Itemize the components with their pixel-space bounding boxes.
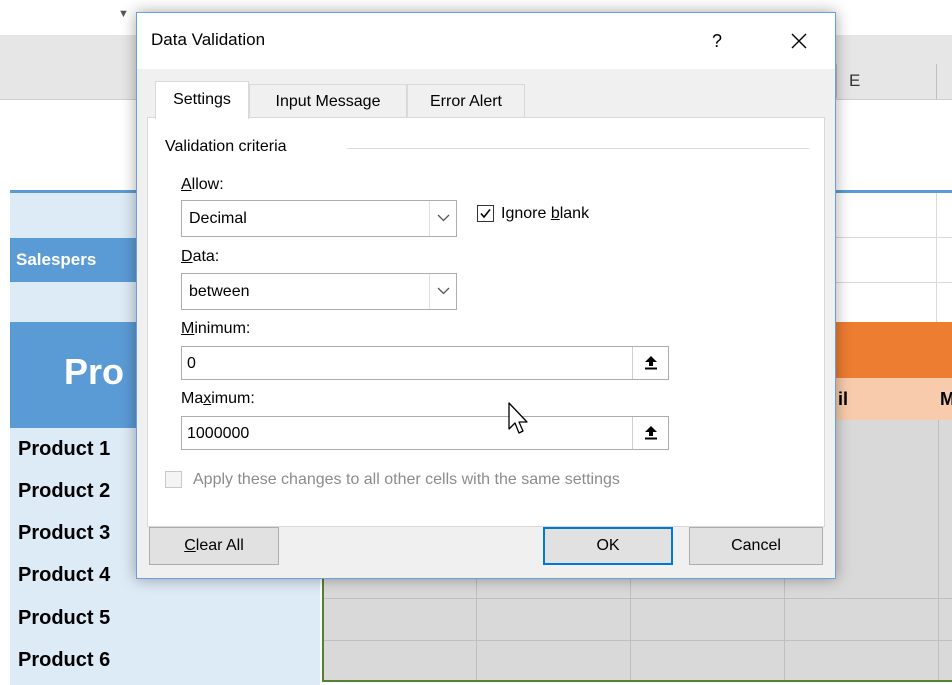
dropdown-marker-icon: ▼ <box>118 8 129 20</box>
minimum-accelerator: M <box>181 320 195 337</box>
clear-all-accelerator: C <box>184 537 196 554</box>
month-header-may: M <box>940 389 952 409</box>
help-button[interactable]: ? <box>699 23 735 59</box>
grid-line <box>938 420 939 680</box>
clear-all-label: lear All <box>195 537 244 554</box>
minimum-input[interactable]: 0 <box>181 346 669 380</box>
ignore-blank-accelerator: b <box>550 205 560 222</box>
range-border <box>322 680 952 682</box>
dialog-titlebar[interactable]: Data Validation ? <box>137 13 835 69</box>
minimum-label-text: inimum: <box>194 320 251 337</box>
checkmark-icon <box>480 209 491 219</box>
minimum-label: Minimum: <box>181 320 250 338</box>
cancel-button[interactable]: Cancel <box>689 527 823 565</box>
minimum-value: 0 <box>187 355 196 372</box>
data-label: Data: <box>181 248 219 266</box>
collapse-dialog-icon <box>645 426 657 440</box>
tab-error-alert[interactable]: Error Alert <box>407 84 525 117</box>
allow-select-value: Decimal <box>189 210 247 227</box>
data-validation-dialog: Data Validation ? Settings Input Message… <box>136 12 836 579</box>
month-header-april: il <box>838 389 849 409</box>
validation-criteria-label: Validation criteria <box>165 138 293 156</box>
allow-label-text: llow: <box>191 176 224 193</box>
orange-header-band <box>836 322 952 378</box>
grid-line <box>324 598 952 599</box>
maximum-label: Maximum: <box>181 390 255 408</box>
ignore-blank-checkbox[interactable] <box>477 205 494 222</box>
apply-all-label: Apply these changes to all other cells w… <box>193 471 620 488</box>
mouse-pointer-icon <box>508 402 528 434</box>
maximum-range-selector-button[interactable] <box>632 417 668 449</box>
chevron-down-icon <box>437 214 450 222</box>
grid-line <box>836 237 952 238</box>
data-accelerator: D <box>181 248 193 265</box>
product-row-label[interactable]: Product 4 <box>18 564 110 587</box>
ignore-blank-label[interactable]: Ignore blank <box>501 205 589 223</box>
ignore-blank-text-a: Ignore <box>501 205 551 222</box>
group-divider <box>347 148 809 149</box>
data-select[interactable]: between <box>181 273 457 310</box>
allow-dropdown-button[interactable] <box>429 201 456 236</box>
maximum-label-text-a: Ma <box>181 390 204 407</box>
data-label-text: ata: <box>192 248 220 265</box>
grid-line <box>936 193 937 322</box>
salesperson-cell[interactable]: Salespers <box>10 238 138 282</box>
collapse-dialog-icon <box>645 356 657 370</box>
maximum-label-text-b: imum: <box>211 390 255 407</box>
grid-line <box>324 640 952 641</box>
chevron-down-icon <box>437 287 450 295</box>
tab-settings[interactable]: Settings <box>155 81 249 119</box>
product-row-label[interactable]: Product 1 <box>18 438 110 461</box>
tab-input-message[interactable]: Input Message <box>249 84 407 117</box>
maximum-value: 1000000 <box>187 425 250 442</box>
close-icon <box>791 33 807 49</box>
product-row-label[interactable]: Product 2 <box>18 480 110 503</box>
column-header-e[interactable]: E <box>836 64 936 98</box>
products-title-text: Pro <box>64 351 125 392</box>
data-dropdown-button[interactable] <box>429 274 456 309</box>
product-row-label[interactable]: Product 3 <box>18 522 110 545</box>
product-row-label[interactable]: Product 6 <box>18 649 110 672</box>
ignore-blank-text-b: lank <box>559 205 590 222</box>
allow-select[interactable]: Decimal <box>181 200 457 237</box>
apply-all-checkbox[interactable] <box>165 471 182 488</box>
product-row-label[interactable]: Product 5 <box>18 607 110 630</box>
column-divider <box>936 64 937 99</box>
minimum-range-selector-button[interactable] <box>632 347 668 379</box>
close-button[interactable] <box>779 23 819 59</box>
allow-label: Allow: <box>181 176 224 194</box>
dialog-title: Data Validation <box>151 30 266 49</box>
clear-all-button[interactable]: Clear All <box>149 527 279 565</box>
grid-line <box>836 282 952 283</box>
ok-button[interactable]: OK <box>543 527 673 565</box>
allow-accelerator: A <box>181 176 192 193</box>
maximum-input[interactable]: 1000000 <box>181 416 669 450</box>
data-select-value: between <box>189 283 250 300</box>
